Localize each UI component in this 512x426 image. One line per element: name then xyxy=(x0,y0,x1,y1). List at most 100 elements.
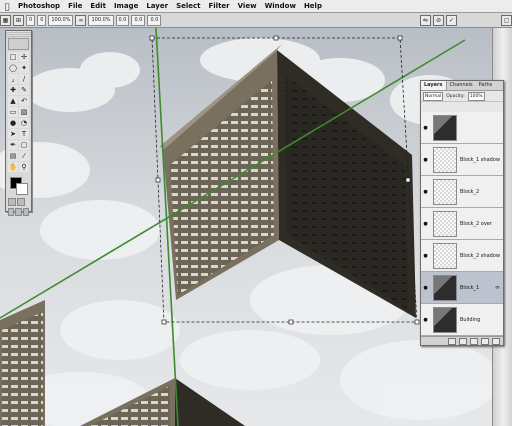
menu-help[interactable]: Help xyxy=(300,2,326,10)
layer-thumbnail xyxy=(433,114,457,141)
menu-layer[interactable]: Layer xyxy=(142,2,172,10)
move-tool-icon[interactable]: ✢ xyxy=(19,52,29,62)
tab-channels[interactable]: Channels xyxy=(447,81,476,90)
cancel-transform-icon[interactable]: ⊘ xyxy=(433,14,444,26)
quickmask-mode-icon[interactable] xyxy=(17,198,25,206)
eye-icon[interactable]: ● xyxy=(421,221,430,227)
hskew-field[interactable]: 0.0 xyxy=(131,14,146,26)
screen-mode-buttons xyxy=(6,207,31,217)
dodge-tool-icon[interactable]: ◔ xyxy=(19,118,29,128)
menu-view[interactable]: View xyxy=(234,2,261,10)
slice-tool-icon[interactable]: ∕ xyxy=(19,74,29,84)
screen-mode-1-icon[interactable] xyxy=(8,208,15,216)
layer-row[interactable]: ● Block_2 over xyxy=(421,208,503,240)
link-icon[interactable]: ∞ xyxy=(495,284,500,291)
stamp-tool-icon[interactable]: ▲ xyxy=(8,96,18,106)
zoom-tool-icon[interactable]: ⚲ xyxy=(19,162,29,172)
apple-icon[interactable]:  xyxy=(0,2,14,11)
blend-mode-select[interactable]: Normal xyxy=(423,91,444,101)
path-select-icon[interactable]: ➤ xyxy=(8,129,18,139)
layer-style-icon[interactable] xyxy=(448,337,456,345)
tools-title-bar[interactable] xyxy=(6,31,31,37)
layer-row[interactable]: ● Block_2 xyxy=(421,176,503,208)
gradient-tool-icon[interactable]: ▧ xyxy=(19,107,29,117)
layer-thumbnail xyxy=(433,274,457,301)
tools-palette: □ ✢ ◯ ✦ ⌟ ∕ ✚ ✎ ▲ ↶ ▭ ▧ ● ◔ ➤ T ✒ ▢ ▤ ⁄ … xyxy=(5,30,32,216)
tab-paths[interactable]: Paths xyxy=(476,81,496,90)
screen-mode-3-icon[interactable] xyxy=(22,208,29,216)
menu-image[interactable]: Image xyxy=(110,2,142,10)
eye-icon[interactable]: ● xyxy=(421,317,430,323)
tool-preset-icon[interactable]: ▦ xyxy=(0,14,11,26)
background-color-swatch[interactable] xyxy=(16,183,28,195)
eyedropper-tool-icon[interactable]: ⁄ xyxy=(19,151,29,161)
eraser-tool-icon[interactable]: ▭ xyxy=(8,107,18,117)
eye-icon[interactable]: ● xyxy=(421,253,430,259)
lower-left-building xyxy=(0,300,45,426)
shape-tool-icon[interactable]: ▢ xyxy=(19,140,29,150)
menu-select[interactable]: Select xyxy=(172,2,204,10)
pen-tool-icon[interactable]: ✒ xyxy=(8,140,18,150)
palette-well-icon[interactable]: ▢ xyxy=(501,14,512,26)
adobe-feather-icon[interactable] xyxy=(8,38,29,50)
layer-row[interactable]: ● Block_1 shadow xyxy=(421,144,503,176)
layer-row[interactable]: ● Block_2 shadow xyxy=(421,240,503,272)
blur-tool-icon[interactable]: ● xyxy=(8,118,18,128)
eye-icon[interactable]: ● xyxy=(421,189,430,195)
marquee-tool-icon[interactable]: □ xyxy=(8,52,18,62)
mask-icon[interactable] xyxy=(459,337,467,345)
opacity-label: Opacity: xyxy=(446,93,465,99)
type-tool-icon[interactable]: T xyxy=(19,129,29,139)
layer-row[interactable]: ● xyxy=(421,112,503,144)
menu-file[interactable]: File xyxy=(64,2,86,10)
layer-name: Block_2 over xyxy=(460,220,492,227)
layers-palette: Layers Channels Paths Normal Opacity: 10… xyxy=(420,80,504,346)
width-field[interactable]: 100.0% xyxy=(48,14,74,26)
menu-filter[interactable]: Filter xyxy=(205,2,234,10)
layer-name: Block_2 xyxy=(460,188,480,195)
trash-icon[interactable] xyxy=(492,337,500,345)
notes-tool-icon[interactable]: ▤ xyxy=(8,151,18,161)
hand-tool-icon[interactable]: ✋ xyxy=(8,162,18,172)
opacity-field[interactable]: 100% xyxy=(467,91,485,101)
layers-options-row: Normal Opacity: 100% xyxy=(421,91,503,102)
magic-wand-icon[interactable]: ✦ xyxy=(19,63,29,73)
crop-tool-icon[interactable]: ⌟ xyxy=(8,74,18,84)
reference-point-icon[interactable]: ⊞ xyxy=(13,14,24,26)
layers-bottom-bar xyxy=(421,336,503,345)
eye-icon[interactable]: ● xyxy=(421,125,430,131)
brush-tool-icon[interactable]: ✎ xyxy=(19,85,29,95)
photo-artwork xyxy=(0,28,492,426)
x-field[interactable]: 0 xyxy=(26,14,36,26)
standard-mode-icon[interactable] xyxy=(8,198,16,206)
menu-window[interactable]: Window xyxy=(261,2,300,10)
document-canvas[interactable] xyxy=(0,28,492,426)
layer-row-selected[interactable]: ● Block_1 ∞ xyxy=(421,272,503,304)
tab-layers[interactable]: Layers xyxy=(421,81,447,90)
vskew-field[interactable]: 0.0 xyxy=(147,14,162,26)
h-field[interactable]: 100.0% xyxy=(88,14,114,26)
eye-icon[interactable]: ● xyxy=(421,285,430,291)
new-layer-icon[interactable] xyxy=(481,337,489,345)
commit-transform-icon[interactable]: ✓ xyxy=(446,14,457,26)
new-set-icon[interactable] xyxy=(470,337,478,345)
layer-name: Block_2 shadow xyxy=(460,252,500,259)
options-bar: ▦ ⊞ 0 0 100.0% ∞ 100.0% 0.0 0.0 0.0 ⇋ ⊘ … xyxy=(0,13,512,28)
link-icon[interactable]: ∞ xyxy=(75,14,87,26)
y-field[interactable]: 0 xyxy=(37,14,47,26)
tool-grid: □ ✢ ◯ ✦ ⌟ ∕ ✚ ✎ ▲ ↶ ▭ ▧ ● ◔ ➤ T ✒ ▢ ▤ ⁄ … xyxy=(6,51,31,173)
mode-buttons xyxy=(6,197,31,207)
layers-list: ● ● Block_1 shadow ● Block_2 ● Block_2 o… xyxy=(421,112,503,336)
menu-app-name[interactable]: Photoshop xyxy=(14,2,64,10)
healing-tool-icon[interactable]: ✚ xyxy=(8,85,18,95)
screen-mode-2-icon[interactable] xyxy=(15,208,22,216)
warp-icon[interactable]: ⇋ xyxy=(420,14,431,26)
history-brush-icon[interactable]: ↶ xyxy=(19,96,29,106)
eye-icon[interactable]: ● xyxy=(421,157,430,163)
menu-edit[interactable]: Edit xyxy=(86,2,110,10)
rotate-field[interactable]: 0.0 xyxy=(115,14,130,26)
layer-name: Building xyxy=(460,316,481,323)
layer-thumbnail xyxy=(433,242,457,269)
lasso-tool-icon[interactable]: ◯ xyxy=(8,63,18,73)
layer-row[interactable]: ● Building xyxy=(421,304,503,336)
